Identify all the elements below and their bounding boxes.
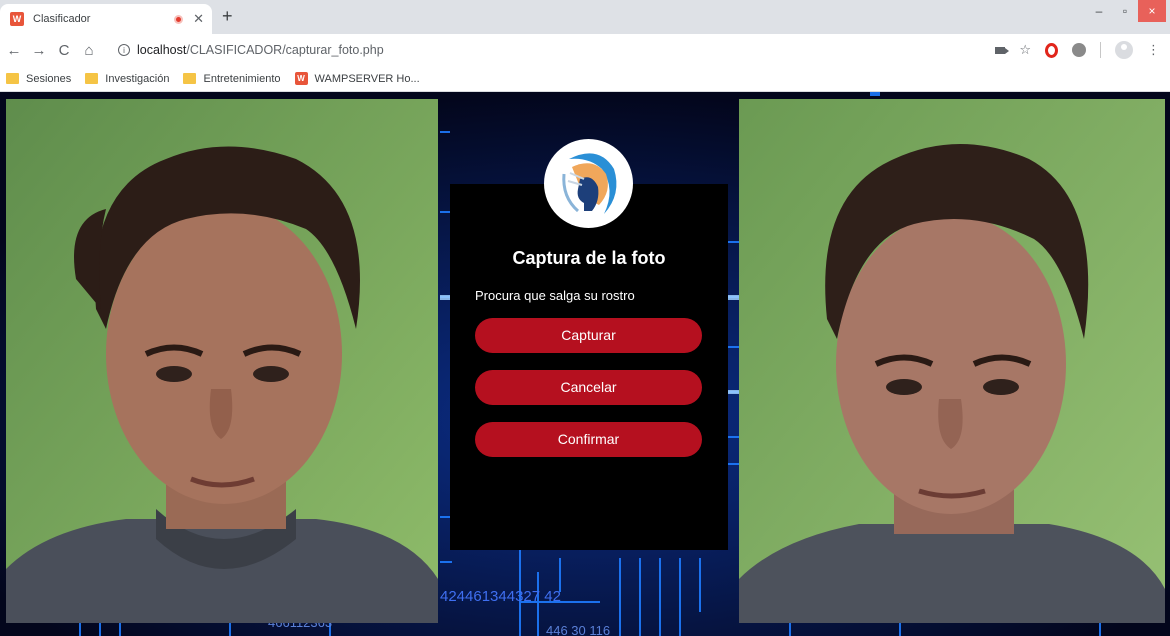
folder-icon bbox=[85, 73, 99, 84]
captured-photo bbox=[739, 99, 1165, 623]
card-hint-text: Procura que salga su rostro bbox=[475, 288, 635, 303]
bookmark-entretenimiento[interactable]: Entretenimiento bbox=[183, 72, 281, 85]
person-portrait-image bbox=[739, 99, 1165, 623]
bookmark-label: WAMPSERVER Ho... bbox=[314, 72, 420, 85]
browser-tab[interactable]: W Clasificador ✕ bbox=[0, 4, 212, 34]
bookmark-label: Investigación bbox=[105, 72, 170, 85]
opera-icon[interactable] bbox=[1045, 42, 1058, 58]
new-tab-icon[interactable]: + bbox=[222, 6, 233, 27]
recording-dot-icon bbox=[174, 14, 184, 24]
wampserver-icon: W bbox=[294, 72, 308, 85]
window-maximize-button[interactable]: ▫ bbox=[1112, 0, 1138, 22]
extension-icon[interactable] bbox=[1072, 43, 1086, 57]
card-title: Captura de la foto bbox=[512, 248, 666, 268]
face-scan-logo-icon bbox=[544, 139, 633, 228]
folder-icon bbox=[6, 73, 19, 84]
background-code-text: 446 30 116 bbox=[546, 623, 611, 636]
cancel-button[interactable]: Cancelar bbox=[475, 370, 702, 405]
capture-button[interactable]: Capturar bbox=[475, 318, 702, 353]
background-code-text: 424461344327 42 bbox=[440, 588, 561, 605]
browser-toolbar: ← → C ⌂ i localhost/CLASIFICADOR/captura… bbox=[0, 34, 1170, 66]
bookmark-sesiones[interactable]: Sesiones bbox=[6, 73, 71, 85]
bookmark-star-icon[interactable]: ☆ bbox=[1019, 42, 1031, 58]
person-portrait-image bbox=[6, 99, 438, 623]
url-host: localhost bbox=[137, 43, 187, 57]
address-bar[interactable]: i localhost/CLASIFICADOR/capturar_foto.p… bbox=[118, 36, 995, 64]
app-logo bbox=[544, 139, 633, 228]
url-path: /CLASIFICADOR/capturar_foto.php bbox=[186, 43, 384, 57]
browser-tab-bar: W Clasificador ✕ + – ▫ × bbox=[0, 0, 1170, 34]
home-icon[interactable]: ⌂ bbox=[78, 42, 100, 59]
tab-close-icon[interactable]: ✕ bbox=[193, 11, 204, 27]
toolbar-divider bbox=[1100, 42, 1101, 58]
menu-kebab-icon[interactable]: ⋮ bbox=[1147, 42, 1160, 58]
bookmark-investigacion[interactable]: Investigación bbox=[85, 73, 169, 85]
confirm-button[interactable]: Confirmar bbox=[475, 422, 702, 457]
wampserver-icon: W bbox=[10, 12, 24, 26]
folder-icon bbox=[183, 73, 197, 84]
info-icon[interactable]: i bbox=[118, 44, 130, 56]
back-arrow-icon[interactable]: ← bbox=[3, 42, 25, 59]
page-content: 424461344327 42 466112363 446 30 116 bbox=[0, 92, 1170, 636]
tab-title: Clasificador bbox=[33, 13, 91, 25]
bookmarks-bar: Sesiones Investigación Entretenimiento W… bbox=[0, 66, 1170, 92]
forward-arrow-icon[interactable]: → bbox=[28, 42, 50, 59]
camera-live-feed bbox=[6, 99, 438, 623]
toolbar-actions: ☆ ⋮ bbox=[995, 41, 1160, 59]
reload-icon[interactable]: C bbox=[53, 42, 75, 59]
bookmark-wampserver[interactable]: W WAMPSERVER Ho... bbox=[294, 72, 420, 85]
bookmark-label: Sesiones bbox=[26, 72, 72, 85]
capture-card: Captura de la foto Procura que salga su … bbox=[450, 184, 728, 550]
window-minimize-button[interactable]: – bbox=[1086, 0, 1112, 22]
bookmark-label: Entretenimiento bbox=[203, 72, 281, 85]
camera-icon[interactable] bbox=[995, 46, 1010, 54]
profile-avatar-icon[interactable] bbox=[1115, 41, 1133, 59]
window-close-button[interactable]: × bbox=[1138, 0, 1166, 22]
